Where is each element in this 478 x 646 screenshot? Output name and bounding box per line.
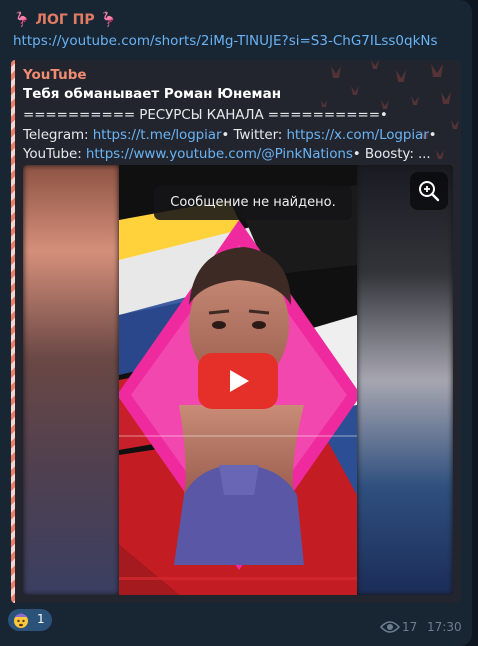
not-found-toast: Сообщение не найдено. [154, 186, 352, 220]
preview-site-name: YouTube [23, 67, 87, 83]
flamingo-icon: 🦩 [13, 12, 31, 28]
play-icon [230, 370, 249, 392]
telegram-link[interactable]: https://t.me/logpiar [93, 127, 222, 143]
reaction-chip[interactable]: 1 [8, 609, 52, 631]
twitter-link[interactable]: https://x.com/Logpiar [286, 127, 428, 143]
preview-title: Тебя обманывает Роман Юнеман [23, 86, 282, 102]
youtube-channel-link[interactable]: https://www.youtube.com/@PinkNations [86, 146, 353, 162]
message-time: 17:30 [427, 620, 462, 634]
preview-accent-stripe [11, 60, 15, 603]
preview-description: ========== РЕСУРСЫ КАНАЛА ==========• Te… [23, 107, 437, 162]
blurred-backdrop-right [357, 165, 453, 595]
message-bubble: 🦩 ЛОГ ПР 🦩 https://youtube.com/shorts/2i… [0, 0, 472, 646]
link-preview[interactable]: YouTube Тебя обманывает Роман Юнеман ===… [11, 60, 461, 603]
channel-header[interactable]: 🦩 ЛОГ ПР 🦩 [13, 12, 117, 28]
zoom-icon [419, 181, 440, 202]
message-link[interactable]: https://youtube.com/shorts/2iMg-TlNUJE?s… [13, 33, 438, 49]
eye-icon [380, 621, 400, 633]
reaction-count: 1 [37, 612, 45, 626]
video-thumbnail[interactable]: Сообщение не найдено. [23, 165, 453, 595]
channel-name: ЛОГ ПР [35, 12, 95, 28]
view-count: 17 [402, 620, 418, 634]
flamingo-icon: 🦩 [99, 12, 117, 28]
zoom-button[interactable] [410, 172, 448, 210]
exploding-head-icon [14, 613, 28, 628]
blurred-backdrop-left [23, 165, 119, 595]
play-button[interactable] [198, 353, 278, 409]
